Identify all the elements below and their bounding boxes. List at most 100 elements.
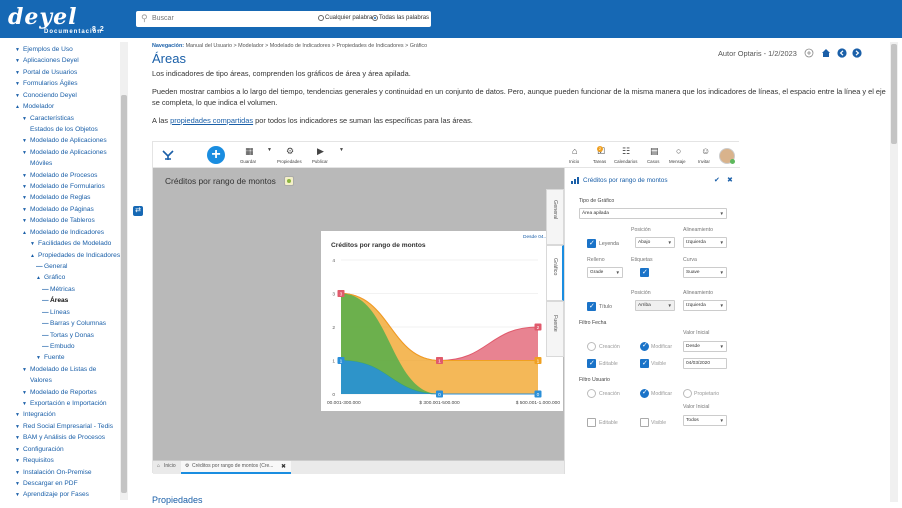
- sidebar-item[interactable]: ▼ Aplicaciones Deyel: [15, 57, 79, 65]
- sidebar-item[interactable]: —Métricas: [42, 286, 75, 294]
- side-tab-grafico[interactable]: Gráfico: [546, 245, 564, 301]
- confirm-icon[interactable]: ✔: [714, 176, 720, 184]
- sidebar-scroll-thumb[interactable]: [121, 95, 127, 493]
- chevron-icon[interactable]: ▼: [22, 139, 30, 145]
- user-editable-checkbox[interactable]: [587, 418, 596, 427]
- title-checkbox[interactable]: [587, 302, 596, 311]
- sidebar-item[interactable]: ▼ Facilidades de Modelado: [30, 240, 111, 248]
- deyel-logo[interactable]: deyel Documentación 8.2: [8, 4, 104, 35]
- sidebar-item[interactable]: ▼ Portal de Usuarios: [15, 69, 77, 77]
- tab-home-icon[interactable]: ⌂: [157, 463, 160, 469]
- bullet-icon[interactable]: —: [42, 343, 50, 351]
- legend-align-select[interactable]: Izquierda ▼: [683, 237, 727, 248]
- date-value-input[interactable]: 04/03/2020: [683, 358, 727, 369]
- chevron-icon[interactable]: ▼: [36, 356, 44, 362]
- curve-select[interactable]: Suave ▼: [683, 267, 727, 278]
- chevron-icon[interactable]: ▼: [15, 413, 23, 419]
- user-creation-radio[interactable]: [587, 389, 596, 398]
- legend-position-select[interactable]: Abajo ▼: [635, 237, 675, 248]
- sidebar-item[interactable]: ▼ Descargar en PDF: [15, 480, 78, 488]
- chevron-icon[interactable]: ▼: [15, 70, 23, 77]
- sidebar-item[interactable]: ▼ Conociendo Deyel: [15, 92, 77, 100]
- chevron-icon[interactable]: ▼: [22, 207, 30, 214]
- radio-any-dot[interactable]: [318, 15, 324, 21]
- date-modify-radio[interactable]: [640, 341, 649, 351]
- user-modify-radio[interactable]: [640, 388, 649, 398]
- sidebar-item[interactable]: ▼ Modelado de Listas de: [22, 366, 96, 374]
- sidebar-item[interactable]: ▲ Propiedades de Indicadores: [30, 252, 120, 260]
- chevron-icon[interactable]: ▼: [15, 81, 23, 88]
- user-visible-checkbox[interactable]: [640, 418, 649, 427]
- sidebar-item[interactable]: Estados de los Objetos: [22, 126, 98, 134]
- bullet-icon[interactable]: —: [36, 263, 44, 271]
- legend-checkbox[interactable]: [587, 239, 596, 248]
- sidebar-item[interactable]: ▼ Modelado de Tableros: [22, 217, 95, 225]
- radio-all-dot[interactable]: [372, 15, 378, 21]
- chevron-icon[interactable]: ▼: [15, 458, 23, 465]
- side-tab-fuente[interactable]: Fuente: [546, 301, 564, 357]
- chevron-icon[interactable]: ▼: [22, 367, 30, 374]
- sidebar-item[interactable]: ▼ BAM y Análisis de Procesos: [15, 434, 105, 442]
- breadcrumb-path[interactable]: Manual del Usuario > Modelador > Modelad…: [186, 43, 428, 49]
- collapse-sidebar-button[interactable]: ⇄: [133, 206, 143, 216]
- sidebar-item[interactable]: ▼ Modelado de Procesos: [22, 172, 97, 180]
- chevron-icon[interactable]: ▼: [22, 196, 30, 202]
- sidebar-item[interactable]: ▼ Instalación On-Premise: [15, 469, 92, 477]
- chevron-icon[interactable]: ▼: [15, 436, 23, 442]
- sidebar-item[interactable]: —Barras y Columnas: [42, 320, 106, 328]
- date-creation-radio[interactable]: [587, 342, 596, 351]
- sidebar-item[interactable]: ▲ Modelador: [15, 103, 54, 111]
- title-align-select[interactable]: Izquierda ▼: [683, 300, 727, 311]
- chevron-icon[interactable]: ▼: [15, 47, 23, 54]
- chevron-icon[interactable]: ▼: [15, 59, 23, 65]
- chevron-icon[interactable]: ▼: [22, 401, 30, 408]
- title-position-select[interactable]: Arriba ▼: [635, 300, 675, 311]
- main-scroll-thumb[interactable]: [891, 44, 897, 144]
- sidebar-item[interactable]: ▼ Ejemplos de Uso: [15, 46, 73, 54]
- sidebar-item[interactable]: ▼ Modelado de Aplicaciones: [22, 149, 107, 157]
- side-tab-general[interactable]: General: [546, 189, 564, 245]
- chevron-icon[interactable]: ▼: [30, 241, 38, 248]
- chevron-icon[interactable]: ▼: [22, 150, 30, 157]
- chevron-icon[interactable]: ▼: [22, 173, 30, 180]
- close-panel-icon[interactable]: ✖: [727, 176, 733, 184]
- sidebar-item[interactable]: ▼ Características: [22, 115, 74, 123]
- home-icon[interactable]: [821, 48, 831, 58]
- user-initial-select[interactable]: Todos ▼: [683, 415, 727, 426]
- sidebar-item[interactable]: ▼ Requisitos: [15, 457, 54, 465]
- sidebar-item[interactable]: ▲ Modelado de Indicadores: [22, 229, 104, 237]
- chevron-icon[interactable]: ▼: [15, 447, 23, 454]
- chevron-icon[interactable]: ▲: [15, 104, 23, 111]
- chevron-icon[interactable]: ▼: [15, 493, 23, 499]
- sidebar-item[interactable]: ▼ Exportación e Importación: [22, 400, 107, 408]
- chevron-icon[interactable]: ▼: [22, 219, 30, 225]
- sidebar-item[interactable]: ▼ Modelado de Aplicaciones: [22, 137, 107, 145]
- sidebar-item[interactable]: —Embudo: [42, 343, 75, 351]
- sidebar-item[interactable]: ▼ Modelado de Reglas: [22, 194, 90, 202]
- sidebar-item[interactable]: —Tortas y Donas: [42, 332, 94, 340]
- sidebar-item[interactable]: ▼ Modelado de Formularios: [22, 183, 105, 191]
- user-owner-radio[interactable]: [683, 389, 692, 398]
- sidebar-item[interactable]: ▼ Modelado de Páginas: [22, 206, 94, 214]
- sidebar-item[interactable]: ▼ Modelado de Reportes: [22, 389, 97, 397]
- sidebar-item[interactable]: —Áreas: [42, 297, 68, 305]
- chevron-icon[interactable]: ▼: [22, 390, 30, 397]
- date-from-select[interactable]: Desde ▼: [683, 341, 727, 352]
- chart-type-select[interactable]: Área apilada ▼: [579, 208, 727, 219]
- share-icon[interactable]: [804, 48, 814, 58]
- sidebar-item[interactable]: Móviles: [22, 160, 52, 168]
- sidebar-item[interactable]: ▼ Formularios Ágiles: [15, 80, 78, 88]
- next-page-icon[interactable]: [852, 48, 862, 58]
- chevron-icon[interactable]: ▼: [22, 184, 30, 191]
- tab-close-icon[interactable]: ✖: [281, 463, 286, 470]
- chevron-icon[interactable]: ▼: [15, 470, 23, 477]
- sidebar-item[interactable]: ▼ Fuente: [36, 354, 65, 362]
- bullet-icon[interactable]: —: [42, 309, 50, 317]
- chevron-icon[interactable]: ▼: [15, 481, 23, 488]
- bullet-icon[interactable]: —: [42, 320, 50, 328]
- sidebar-item[interactable]: ▼ Aprendizaje por Fases: [15, 491, 89, 499]
- chevron-icon[interactable]: ▼: [22, 116, 30, 123]
- sidebar-item[interactable]: —General: [36, 263, 67, 271]
- chevron-icon[interactable]: ▼: [15, 93, 23, 100]
- bullet-icon[interactable]: —: [42, 286, 50, 294]
